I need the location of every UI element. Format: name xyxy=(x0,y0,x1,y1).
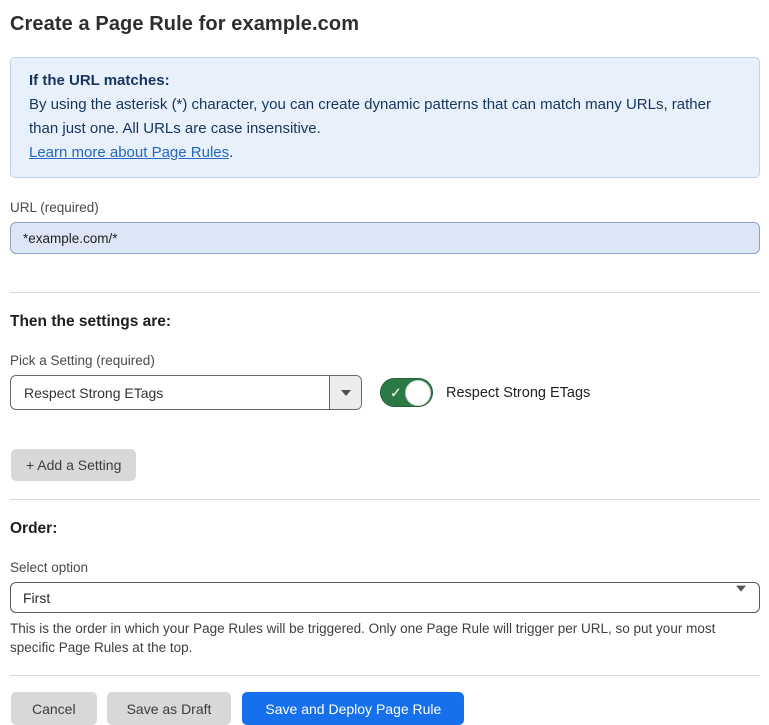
page-title: Create a Page Rule for example.com xyxy=(10,13,760,36)
order-select-value: First xyxy=(23,590,50,606)
setting-dropdown[interactable]: Respect Strong ETags xyxy=(10,375,362,410)
order-select-label: Select option xyxy=(10,560,760,575)
chevron-down-icon xyxy=(341,390,351,396)
toggle-label: Respect Strong ETags xyxy=(446,385,590,401)
cancel-button[interactable]: Cancel xyxy=(11,692,97,725)
order-select[interactable]: First xyxy=(10,582,760,613)
info-box-link-line: Learn more about Page Rules. xyxy=(29,141,741,165)
url-field-label: URL (required) xyxy=(10,200,760,215)
learn-more-link[interactable]: Learn more about Page Rules xyxy=(29,144,229,161)
caret-down-icon xyxy=(736,591,746,607)
save-as-draft-button[interactable]: Save as Draft xyxy=(107,692,232,725)
order-heading: Order: xyxy=(10,520,760,538)
form-actions: Cancel Save as Draft Save and Deploy Pag… xyxy=(11,692,760,725)
save-and-deploy-button[interactable]: Save and Deploy Page Rule xyxy=(242,692,464,725)
setting-dropdown-arrow-button[interactable] xyxy=(329,376,361,409)
check-icon: ✓ xyxy=(390,385,402,399)
section-divider xyxy=(10,499,760,500)
url-match-info-box: If the URL matches: By using the asteris… xyxy=(10,57,760,178)
toggle-knob xyxy=(405,380,431,406)
setting-picker-label: Pick a Setting (required) xyxy=(10,353,760,368)
info-box-body: By using the asterisk (*) character, you… xyxy=(29,93,741,141)
settings-heading: Then the settings are: xyxy=(10,313,760,331)
order-help-text: This is the order in which your Page Rul… xyxy=(10,619,752,657)
setting-row: Respect Strong ETags ✓ Respect Strong ET… xyxy=(10,375,760,410)
setting-toggle-group: ✓ Respect Strong ETags xyxy=(380,378,590,407)
info-box-heading: If the URL matches: xyxy=(29,69,741,93)
respect-strong-etags-toggle[interactable]: ✓ xyxy=(380,378,433,407)
add-setting-button[interactable]: + Add a Setting xyxy=(11,449,136,481)
section-divider xyxy=(10,292,760,293)
url-input[interactable] xyxy=(10,222,760,254)
footer-divider xyxy=(10,675,760,676)
setting-dropdown-value: Respect Strong ETags xyxy=(11,376,329,409)
create-page-rule-form: Create a Page Rule for example.com If th… xyxy=(0,0,769,725)
link-suffix: . xyxy=(229,144,233,161)
